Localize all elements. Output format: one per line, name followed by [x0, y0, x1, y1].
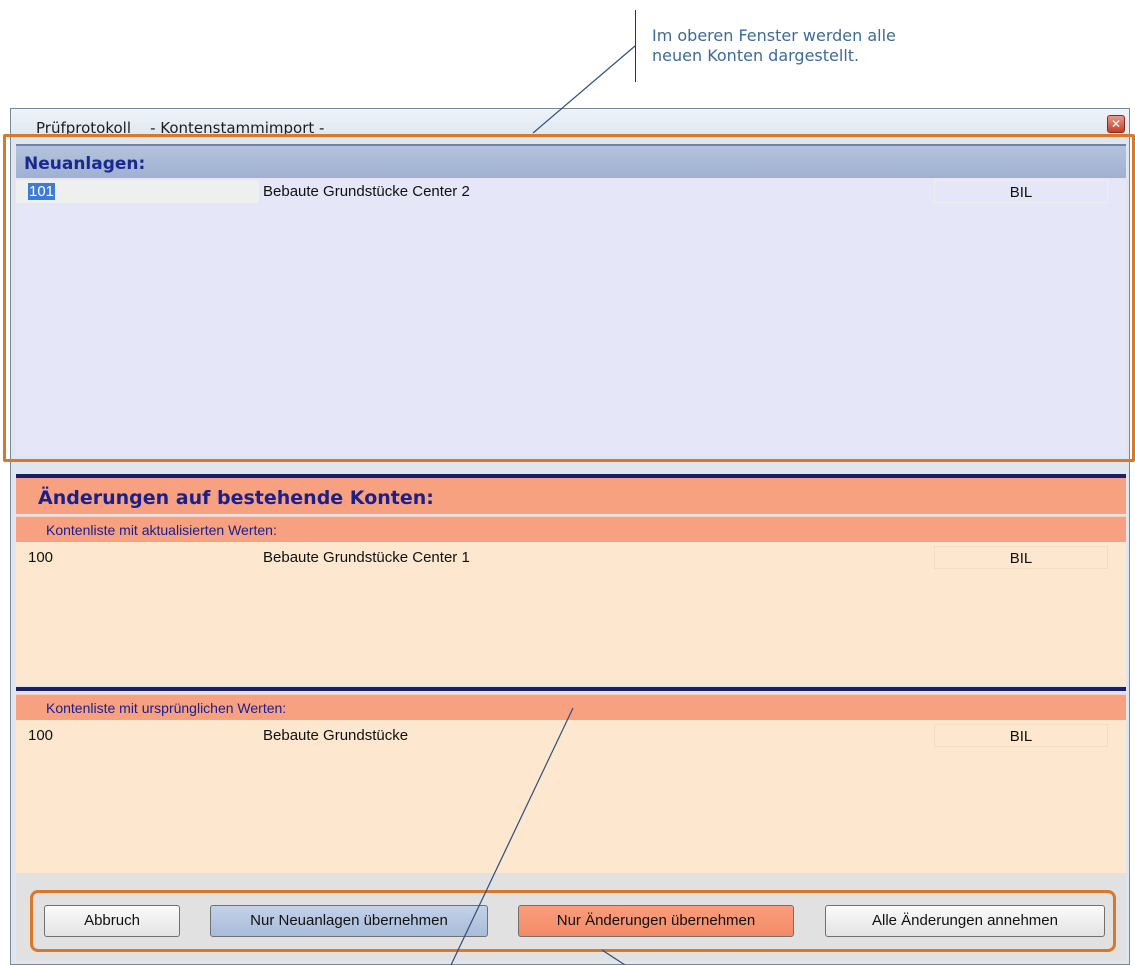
- account-type: BIL: [934, 724, 1108, 747]
- account-name: Bebaute Grundstücke Center 1: [263, 549, 470, 566]
- callout-marker: [635, 10, 636, 82]
- close-icon[interactable]: ✕: [1107, 115, 1125, 133]
- highlight-frame-new: [3, 134, 1135, 462]
- updated-list: 100 Bebaute Grundstücke Center 1 BIL: [16, 542, 1126, 686]
- callout-text: Im oberen Fenster werden alle neuen Kont…: [652, 26, 1032, 66]
- callout-line-2: neuen Konten dargestellt.: [652, 46, 860, 65]
- changes-title: Änderungen auf bestehende Konten:: [38, 487, 434, 509]
- table-row[interactable]: 100 Bebaute Grundstücke BIL: [16, 724, 1108, 748]
- original-list-label: Kontenliste mit ursprünglichen Werten:: [46, 700, 287, 716]
- highlight-frame-buttons: [30, 890, 1116, 952]
- updated-list-label: Kontenliste mit aktualisierten Werten:: [46, 522, 277, 538]
- original-list-header: Kontenliste mit ursprünglichen Werten:: [16, 694, 1126, 720]
- updated-list-header: Kontenliste mit aktualisierten Werten:: [16, 516, 1126, 542]
- callout-line-1: Im oberen Fenster werden alle: [652, 26, 896, 45]
- account-number: 100: [28, 727, 54, 744]
- table-row[interactable]: 100 Bebaute Grundstücke Center 1 BIL: [16, 546, 1108, 570]
- changes-header: Änderungen auf bestehende Konten:: [16, 478, 1126, 514]
- account-type: BIL: [934, 546, 1108, 569]
- original-list: 100 Bebaute Grundstücke BIL: [16, 720, 1126, 873]
- account-number: 100: [28, 549, 54, 566]
- account-name: Bebaute Grundstücke: [263, 727, 409, 744]
- divider-line: [16, 687, 1126, 691]
